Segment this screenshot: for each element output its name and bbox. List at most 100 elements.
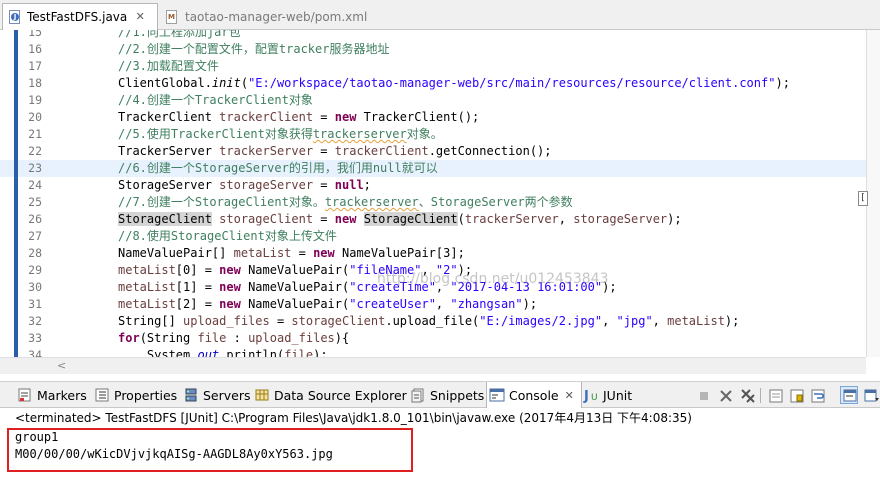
line-number: 18 — [28, 76, 42, 90]
code-text: metaList[2] = new NameValuePair("createU… — [118, 297, 538, 311]
code-line[interactable]: 18 ClientGlobal.init("E:/workspace/taotao… — [0, 75, 866, 92]
close-icon[interactable]: ✕ — [134, 11, 146, 23]
code-line[interactable]: 28 NameValuePair[] metaList = new NameVal… — [0, 245, 866, 262]
code-line[interactable]: 32 String[] upload_files = storageClient.… — [0, 313, 866, 330]
code-line[interactable]: 27 //8.使用StorageClient对象上传文件 — [0, 228, 866, 245]
snippets-icon — [410, 387, 426, 403]
code-line[interactable]: 15 //1.向工程添加jar包 — [0, 30, 866, 41]
markers-icon — [17, 387, 33, 403]
code-line[interactable]: 26 StorageClient storageClient = new Stor… — [0, 211, 866, 228]
current-code-line[interactable]: 23 //6.创建一个StorageServer的引用，我们用null就可以 — [0, 160, 866, 177]
code-text: ClientGlobal.init("E:/workspace/taotao-m… — [118, 76, 790, 90]
line-number: 30 — [28, 280, 42, 294]
tab-label: Properties — [114, 387, 178, 403]
code-line[interactable]: 19 //4.创建一个TrackerClient对象 — [0, 92, 866, 109]
tab-label: Console — [509, 387, 559, 403]
code-text: //5.使用TrackerClient对象获得trackerserver对象。 — [118, 127, 443, 141]
tab-label: taotao-manager-web/pom.xml — [185, 9, 368, 24]
tab-label: Servers — [203, 387, 251, 403]
line-number: 26 — [28, 212, 42, 226]
line-number: 22 — [28, 144, 42, 158]
tab-label: TestFastDFS.java — [27, 10, 128, 24]
overview-ruler[interactable] — [866, 30, 880, 357]
code-text: //6.创建一个StorageServer的引用，我们用null就可以 — [118, 161, 438, 175]
code-text: System.out.println(file); — [118, 348, 328, 357]
code-text: //8.使用StorageClient对象上传文件 — [118, 229, 337, 243]
horizontal-scrollbar[interactable]: < — [0, 357, 866, 374]
code-text: StorageClient storageClient = new Storag… — [118, 212, 682, 226]
code-line[interactable]: 33 for(String file : upload_files){ — [0, 330, 866, 347]
code-line[interactable]: 31 metaList[2] = new NameValuePair("creat… — [0, 296, 866, 313]
tab-console[interactable]: Console ✕ — [486, 382, 582, 408]
line-number: 25 — [28, 195, 42, 209]
code-line[interactable]: 20 TrackerClient trackerClient = new Trac… — [0, 109, 866, 126]
line-number: 34 — [28, 348, 42, 357]
code-text: //3.加载配置文件 — [118, 59, 219, 73]
line-number: 21 — [28, 127, 42, 141]
line-number: 23 — [28, 161, 42, 175]
tab-label: Markers — [37, 387, 87, 403]
tab-label: Data Source Explorer — [274, 387, 407, 403]
scroll-left-icon[interactable]: < — [57, 359, 66, 372]
code-line[interactable]: 22 TrackerServer trackerServer = trackerC… — [0, 143, 866, 160]
console-output[interactable]: group1 M00/00/00/wKicDVjvjkqAISg-AAGDL8A… — [0, 428, 880, 484]
code-line[interactable]: 25 //7.创建一个StorageClient对象。trackerserver、… — [0, 194, 866, 211]
display-selected-console-button[interactable] — [861, 386, 879, 404]
tab-label: JUnit — [603, 387, 633, 403]
code-line[interactable]: 17 //3.加载配置文件 — [0, 58, 866, 75]
remove-launch-button[interactable] — [716, 386, 734, 404]
line-number: 31 — [28, 297, 42, 311]
pin-console-button[interactable] — [840, 386, 858, 404]
tab-pom-xml[interactable]: M taotao-manager-web/pom.xml — [160, 3, 380, 30]
line-number: 20 — [28, 110, 42, 124]
junit-icon: JU — [583, 387, 599, 404]
word-wrap-button[interactable] — [808, 386, 826, 404]
code-lines: 15 //1.向工程添加jar包 16 //2.创建一个配置文件，配置tracker服… — [0, 30, 866, 357]
line-number: 15 — [28, 30, 42, 39]
code-editor[interactable]: 15 //1.向工程添加jar包 16 //2.创建一个配置文件，配置tracker服… — [0, 30, 866, 357]
xml-file-icon: M — [164, 9, 180, 25]
tab-testfastdfs-java[interactable]: J TestFastDFS.java ✕ — [2, 3, 158, 30]
clear-console-button[interactable] — [766, 386, 784, 404]
line-number: 16 — [28, 42, 42, 56]
tab-servers[interactable]: Servers — [183, 382, 251, 408]
terminate-button[interactable] — [694, 386, 712, 404]
tab-snippets[interactable]: Snippets — [410, 382, 484, 408]
side-marker: [ — [858, 191, 868, 206]
line-number: 33 — [28, 331, 42, 345]
close-icon[interactable]: ✕ — [565, 389, 574, 402]
code-line[interactable]: 16 //2.创建一个配置文件，配置tracker服务器地址 — [0, 41, 866, 58]
servers-icon — [183, 387, 199, 403]
remove-all-terminated-button[interactable] — [738, 386, 756, 404]
code-text: //2.创建一个配置文件，配置tracker服务器地址 — [118, 42, 390, 56]
tab-markers[interactable]: Markers — [17, 382, 87, 408]
svg-text:U: U — [591, 393, 598, 403]
code-text: //1.向工程添加jar包 — [118, 30, 241, 39]
tab-properties[interactable]: Properties — [94, 382, 177, 408]
svg-text:J: J — [583, 389, 589, 403]
code-text: TrackerClient trackerClient = new Tracke… — [118, 110, 480, 124]
code-text: StorageServer storageServer = null; — [118, 178, 371, 192]
line-number: 28 — [28, 246, 42, 260]
java-file-icon: J — [7, 9, 23, 25]
tab-data-source-explorer[interactable]: Data Source Explorer — [254, 382, 407, 408]
line-number: 29 — [28, 263, 42, 277]
tab-junit[interactable]: JU JUnit — [583, 382, 632, 408]
watermark: http://blog.csdn.net/u012453843 — [377, 271, 609, 287]
code-line[interactable]: 21 //5.使用TrackerClient对象获得trackerserver对象… — [0, 126, 866, 143]
line-number: 24 — [28, 178, 42, 192]
code-line[interactable]: 24 StorageServer storageServer = null; — [0, 177, 866, 194]
code-line[interactable]: 34 System.out.println(file); — [0, 347, 866, 357]
scroll-lock-button[interactable] — [787, 386, 805, 404]
console-icon — [489, 387, 505, 403]
code-text: for(String file : upload_files){ — [118, 331, 350, 345]
view-tab-bar: Markers Properties Servers Data Source E… — [0, 381, 880, 408]
code-text: TrackerServer trackerServer = trackerCli… — [118, 144, 552, 158]
code-text: NameValuePair[] metaList = new NameValue… — [118, 246, 465, 260]
properties-icon — [94, 387, 110, 403]
code-text: String[] upload_files = storageClient.up… — [118, 314, 740, 328]
editor-tab-bar: J TestFastDFS.java ✕ M taotao-manager-we… — [0, 0, 880, 30]
left-ruler — [14, 30, 18, 357]
tab-label: Snippets — [430, 387, 485, 403]
line-number: 19 — [28, 93, 42, 107]
